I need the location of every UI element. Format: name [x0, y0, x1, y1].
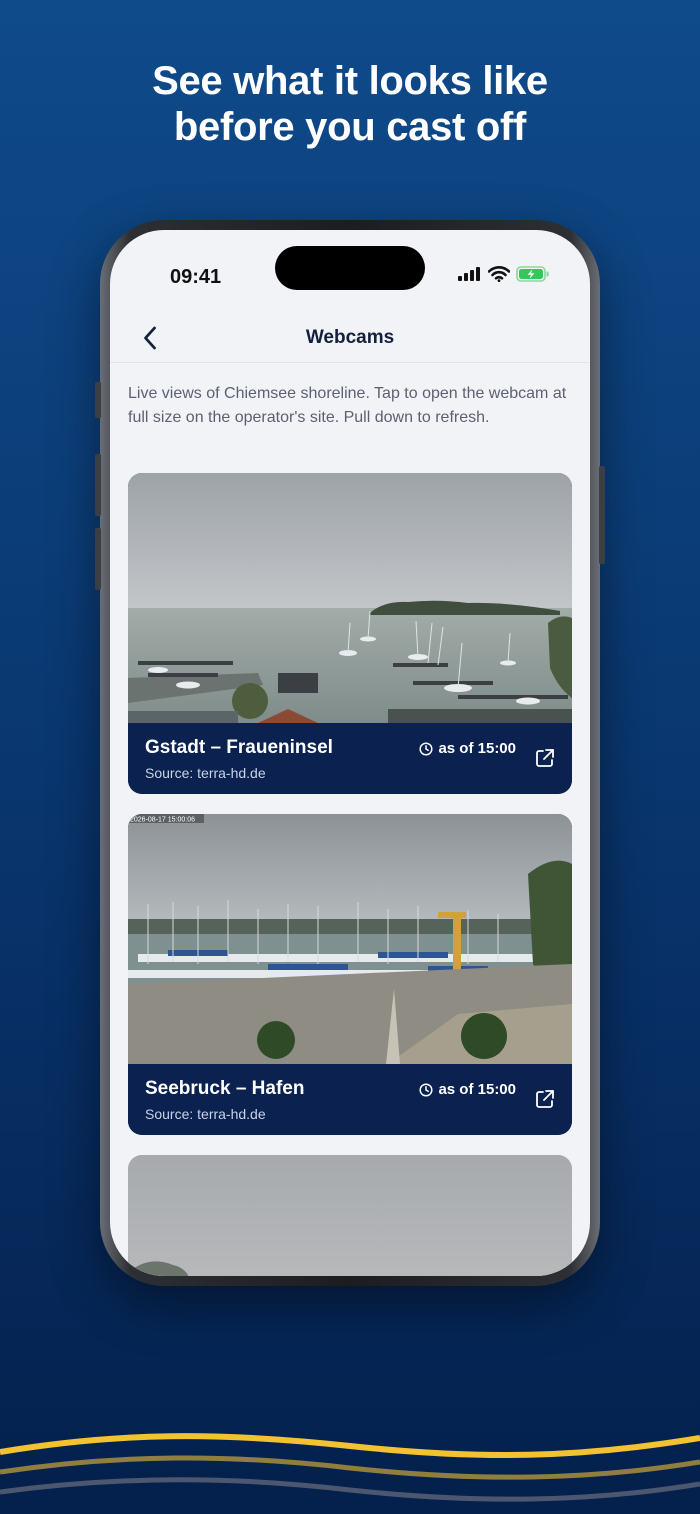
status-bar: 09:41 [110, 230, 590, 310]
webcam-title: Seebruck – Hafen [145, 1078, 305, 1099]
webcam-source: Source: terra-hd.de [145, 1106, 266, 1122]
volume-down-button [95, 528, 101, 590]
webcam-card-partial[interactable] [128, 1155, 572, 1276]
webcam-card-gstadt[interactable]: Gstadt – Fraueninsel Source: terra-hd.de… [128, 473, 572, 794]
dynamic-island [275, 246, 425, 290]
webcam-timestamp: as of 15:00 [419, 1081, 516, 1098]
status-time: 09:41 [170, 266, 222, 288]
cellular-signal-icon [458, 267, 480, 281]
webcam-source: Source: terra-hd.de [145, 765, 266, 781]
webcam-caption: Gstadt – Fraueninsel Source: terra-hd.de… [128, 723, 572, 794]
battery-charging-icon [516, 266, 549, 282]
webcam-overlay-timestamp: 2026-08-17 15:00:06 [130, 817, 195, 824]
external-link-icon[interactable] [534, 1088, 556, 1110]
navigation-bar: Webcams [110, 310, 590, 363]
phone-screen: 09:41 Webcams Live views of Chiemsee sho… [110, 230, 590, 1276]
webcam-image[interactable] [128, 473, 572, 723]
intro-text: Live views of Chiemsee shoreline. Tap to… [128, 385, 567, 426]
volume-up-button [95, 454, 101, 516]
clock-icon [419, 1082, 434, 1097]
headline-line-2: before you cast off [173, 105, 527, 149]
webcam-image[interactable] [128, 1155, 572, 1276]
webcam-image[interactable]: 2026-08-17 15:00:06 [128, 814, 572, 1064]
status-icons [458, 266, 550, 282]
clock-icon [419, 741, 434, 756]
phone-frame: 09:41 Webcams Live views of Chiemsee sho… [95, 220, 605, 1286]
headline-line-1: See what it looks like [152, 59, 548, 103]
wifi-icon [488, 266, 510, 282]
power-button [599, 466, 605, 564]
action-button [95, 382, 101, 418]
webcam-as-of: as of 15:00 [438, 740, 516, 757]
decorative-waves [0, 1433, 700, 1502]
webcam-caption: Seebruck – Hafen Source: terra-hd.de as … [128, 1064, 572, 1135]
external-link-icon[interactable] [534, 747, 556, 769]
webcam-card-seebruck[interactable]: 2026-08-17 15:00:06 Seebruck – Hafen Sou… [128, 814, 572, 1135]
headline: See what it looks like before you cast o… [0, 58, 700, 150]
page-title: Webcams [305, 327, 395, 348]
webcam-title: Gstadt – Fraueninsel [145, 737, 333, 758]
webcam-as-of: as of 15:00 [438, 1081, 516, 1098]
webcam-timestamp: as of 15:00 [419, 740, 516, 757]
